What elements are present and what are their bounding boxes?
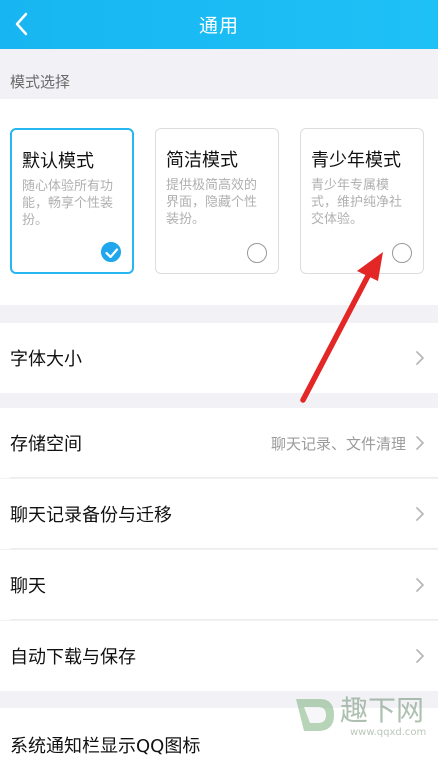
settings-row-font-size[interactable]: 字体大小: [0, 323, 438, 393]
mode-card-description: 随心体验所有功能，畅享个性装扮。: [22, 179, 114, 228]
page-title: 通用: [198, 15, 239, 37]
radio-checked-icon[interactable]: [101, 242, 121, 262]
chevron-right-icon: [416, 507, 424, 521]
row-label: 系统通知栏显示QQ图标: [10, 736, 201, 757]
mode-card-description: 提供极简高效的界面，隐藏个性装扮。: [166, 178, 258, 227]
row-divider: [10, 548, 438, 549]
settings-row-chat[interactable]: 聊天: [0, 550, 438, 620]
mode-card-title: 简洁模式: [166, 150, 238, 171]
radio-unchecked-icon[interactable]: [392, 243, 412, 263]
mode-card-description: 青少年专属模式，维护纯净社交体验。: [311, 178, 403, 227]
settings-row-storage[interactable]: 存储空间 聊天记录、文件清理: [0, 408, 438, 478]
mode-card-simple[interactable]: 简洁模式 提供极简高效的界面，隐藏个性装扮。: [155, 128, 279, 274]
chevron-right-icon: [416, 436, 424, 450]
settings-row-auto-download[interactable]: 自动下载与保存: [0, 621, 438, 691]
mode-section-label: 模式选择: [10, 73, 71, 91]
watermark-logo: 趣下网 www.qqxd.com: [288, 687, 434, 747]
top-bar: 通用: [0, 0, 438, 49]
row-divider: [10, 619, 438, 620]
radio-unchecked-icon[interactable]: [247, 243, 267, 263]
mode-card-default[interactable]: 默认模式 随心体验所有功能，畅享个性装扮。: [10, 128, 134, 274]
chevron-right-icon: [416, 351, 424, 365]
row-label: 存储空间: [10, 434, 82, 455]
chevron-right-icon: [416, 578, 424, 592]
chevron-right-icon: [416, 649, 424, 663]
row-divider: [10, 477, 438, 478]
mode-card-title: 默认模式: [22, 151, 94, 172]
watermark-leaf-icon: [296, 699, 334, 731]
mode-card-teen[interactable]: 青少年模式 青少年专属模式，维护纯净社交体验。: [300, 128, 424, 274]
row-value: 聊天记录、文件清理: [270, 434, 406, 453]
settings-row-backup[interactable]: 聊天记录备份与迁移: [0, 479, 438, 549]
row-label: 字体大小: [10, 349, 82, 370]
back-arrow-icon[interactable]: [8, 6, 38, 42]
row-label: 聊天: [10, 576, 46, 597]
row-label: 自动下载与保存: [10, 647, 136, 668]
mode-selector: 默认模式 随心体验所有功能，畅享个性装扮。 简洁模式 提供极简高效的界面，隐藏个…: [0, 99, 438, 305]
mode-card-title: 青少年模式: [311, 150, 401, 171]
row-label: 聊天记录备份与迁移: [10, 505, 172, 526]
